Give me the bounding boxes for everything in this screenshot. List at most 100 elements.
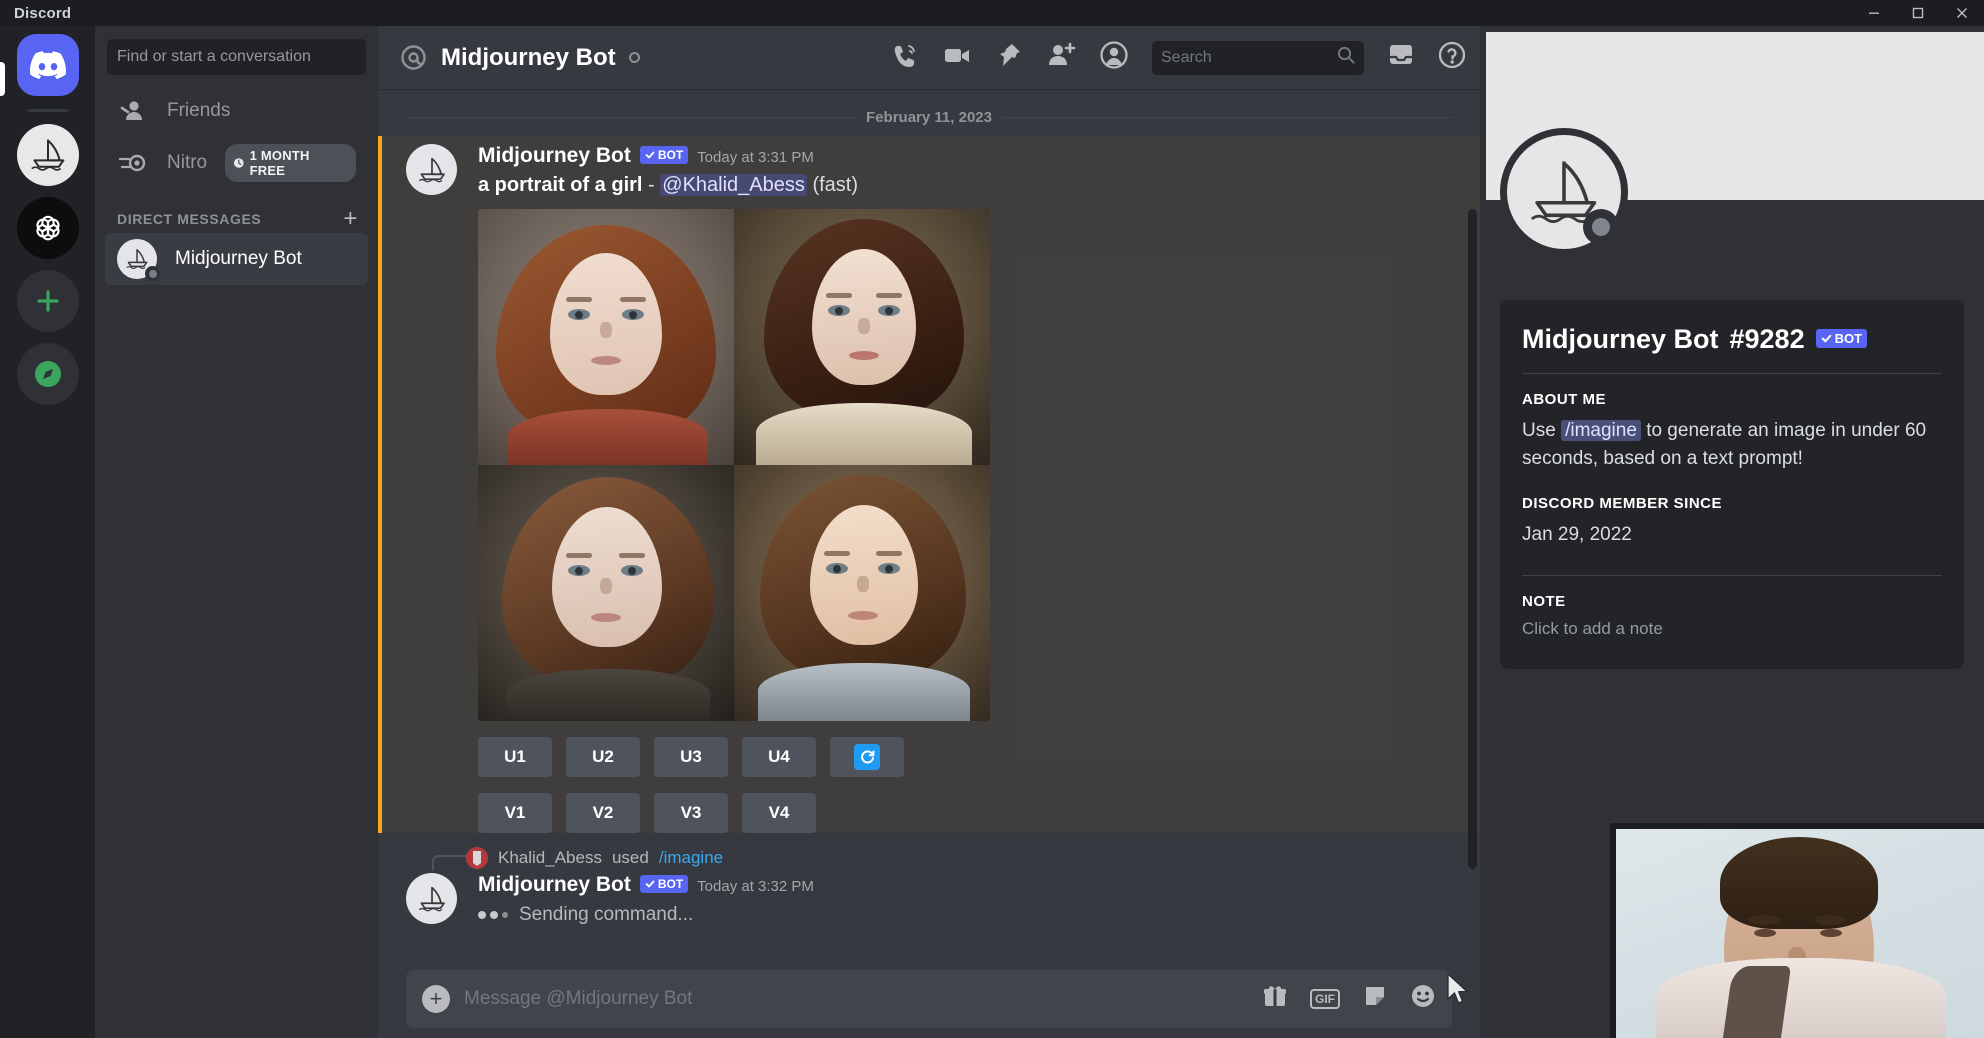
add-friends-to-dm-icon[interactable] xyxy=(1046,41,1076,74)
generated-image-3[interactable] xyxy=(478,465,734,721)
slash-command-link[interactable]: /imagine xyxy=(659,848,723,868)
at-sign-icon xyxy=(400,44,427,71)
chat-area: Midjourney Bot xyxy=(378,26,1480,1038)
variation-button-v2[interactable]: V2 xyxy=(566,793,640,833)
sidebar-item-openai-server[interactable] xyxy=(17,197,79,259)
dm-list: Friends Nitro xyxy=(95,75,378,1038)
refresh-icon xyxy=(854,744,880,770)
plus-circle-icon[interactable]: + xyxy=(422,985,450,1013)
system-user-label[interactable]: Khalid_Abess xyxy=(498,848,602,868)
rail-divider xyxy=(28,109,68,112)
message-list: February 11, 2023 Midjourney Bot xyxy=(378,89,1480,970)
sidebar-item-nitro[interactable]: Nitro 1 MONTH FREE xyxy=(105,137,368,189)
find-conversation-placeholder: Find or start a conversation xyxy=(117,48,311,66)
upscale-button-u2[interactable]: U2 xyxy=(566,737,640,777)
variation-button-v1[interactable]: V1 xyxy=(478,793,552,833)
nitro-icon xyxy=(117,152,149,174)
variation-button-row: V1 V2 V3 V4 xyxy=(478,793,1452,833)
avatar[interactable] xyxy=(406,873,457,924)
friends-icon xyxy=(117,99,149,123)
message-body-sending: Midjourney Bot BOT Today at 3:32 PM Send… xyxy=(406,869,1452,926)
sidebar-item-midjourney-server[interactable] xyxy=(17,124,79,186)
generated-image-grid[interactable] xyxy=(478,209,990,721)
sailboat-icon xyxy=(415,155,449,185)
note-input[interactable]: Click to add a note xyxy=(1522,619,1942,639)
avatar[interactable] xyxy=(1500,128,1628,256)
nitro-promo-label: 1 MONTH FREE xyxy=(250,148,345,178)
gift-icon[interactable] xyxy=(1262,983,1288,1015)
generated-image-2[interactable] xyxy=(734,209,990,465)
plus-icon xyxy=(34,287,62,315)
server-rail xyxy=(0,26,95,1038)
bot-badge-label: BOT xyxy=(658,877,683,891)
sticker-icon[interactable] xyxy=(1362,983,1388,1015)
prompt-separator: - xyxy=(648,174,655,196)
message-input-placeholder: Message @Midjourney Bot xyxy=(464,988,692,1010)
profile-card: Midjourney Bot#9282 BOT ABOUT ME Use /im… xyxy=(1500,300,1964,669)
upscale-button-u3[interactable]: U3 xyxy=(654,737,728,777)
start-voice-call-icon[interactable] xyxy=(891,41,919,74)
mouse-cursor xyxy=(1446,973,1472,1007)
sidebar-item-friends[interactable]: Friends xyxy=(105,85,368,137)
about-me-prefix: Use xyxy=(1522,420,1556,441)
profile-divider-2 xyxy=(1522,575,1942,576)
webcam-feed xyxy=(1616,829,1984,1038)
mention[interactable]: @Khalid_Abess xyxy=(660,174,807,196)
message-input[interactable]: + Message @Midjourney Bot GIF xyxy=(406,970,1452,1028)
sidebar-item-add-server[interactable] xyxy=(17,270,79,332)
app-brand-label: Discord xyxy=(14,5,71,22)
maximize-button[interactable] xyxy=(1896,0,1940,26)
check-icon xyxy=(1821,333,1832,344)
avatar[interactable] xyxy=(406,144,457,195)
generated-image-1[interactable] xyxy=(478,209,734,465)
message-timestamp: Today at 3:31 PM xyxy=(697,149,814,166)
openai-icon xyxy=(28,208,68,248)
user-profile-panel: Midjourney Bot#9282 BOT ABOUT ME Use /im… xyxy=(1480,26,1984,1038)
prompt-text: a portrait of a girl xyxy=(478,174,642,196)
generated-image-4[interactable] xyxy=(734,465,990,721)
active-server-indicator xyxy=(0,62,5,96)
message-author[interactable]: Midjourney Bot xyxy=(478,144,631,168)
pinned-messages-icon[interactable] xyxy=(995,41,1023,74)
variation-button-v3[interactable]: V3 xyxy=(654,793,728,833)
message-sending-command: Khalid_Abess used /imagine xyxy=(378,833,1480,926)
check-icon xyxy=(645,879,655,889)
note-header: NOTE xyxy=(1522,593,1942,610)
discord-window: Discord xyxy=(0,0,1984,1038)
bot-badge: BOT xyxy=(640,875,688,893)
create-dm-button[interactable]: + xyxy=(343,212,358,226)
compass-icon xyxy=(33,359,63,389)
search-input[interactable]: Search xyxy=(1152,41,1364,75)
reroll-button[interactable] xyxy=(830,737,904,777)
upscale-button-u4[interactable]: U4 xyxy=(742,737,816,777)
close-button[interactable] xyxy=(1940,0,1984,26)
sidebar-item-dm-midjourney-bot[interactable]: Midjourney Bot xyxy=(105,233,368,285)
title-bar: Discord xyxy=(0,0,1984,26)
profile-display-name: Midjourney Bot xyxy=(1522,324,1719,355)
message-scrollbar[interactable] xyxy=(1468,209,1477,869)
sidebar-item-discord-home[interactable] xyxy=(17,34,79,96)
sidebar-item-friends-label: Friends xyxy=(167,100,230,122)
window-controls xyxy=(1852,0,1984,26)
find-conversation-input[interactable]: Find or start a conversation xyxy=(107,39,366,75)
discord-logo-icon xyxy=(30,51,66,79)
help-icon[interactable] xyxy=(1438,41,1466,74)
check-icon xyxy=(645,150,655,160)
loading-dots-icon xyxy=(478,911,508,919)
bot-badge: BOT xyxy=(1816,329,1867,348)
search-placeholder: Search xyxy=(1161,49,1212,67)
minimize-button[interactable] xyxy=(1852,0,1896,26)
emoji-icon[interactable] xyxy=(1410,983,1436,1015)
message-author[interactable]: Midjourney Bot xyxy=(478,873,631,897)
upscale-button-u1[interactable]: U1 xyxy=(478,737,552,777)
status-badge xyxy=(629,52,640,63)
sidebar-item-explore-servers[interactable] xyxy=(17,343,79,405)
inbox-icon[interactable] xyxy=(1387,41,1415,74)
gif-icon[interactable]: GIF xyxy=(1310,989,1340,1009)
user-profile-icon[interactable] xyxy=(1099,40,1129,75)
start-video-call-icon[interactable] xyxy=(942,41,972,74)
sidebar-item-dm-label: Midjourney Bot xyxy=(175,248,302,270)
close-icon xyxy=(1955,6,1969,20)
variation-button-v4[interactable]: V4 xyxy=(742,793,816,833)
about-me-text: Use /imagine to generate an image in und… xyxy=(1522,417,1942,472)
